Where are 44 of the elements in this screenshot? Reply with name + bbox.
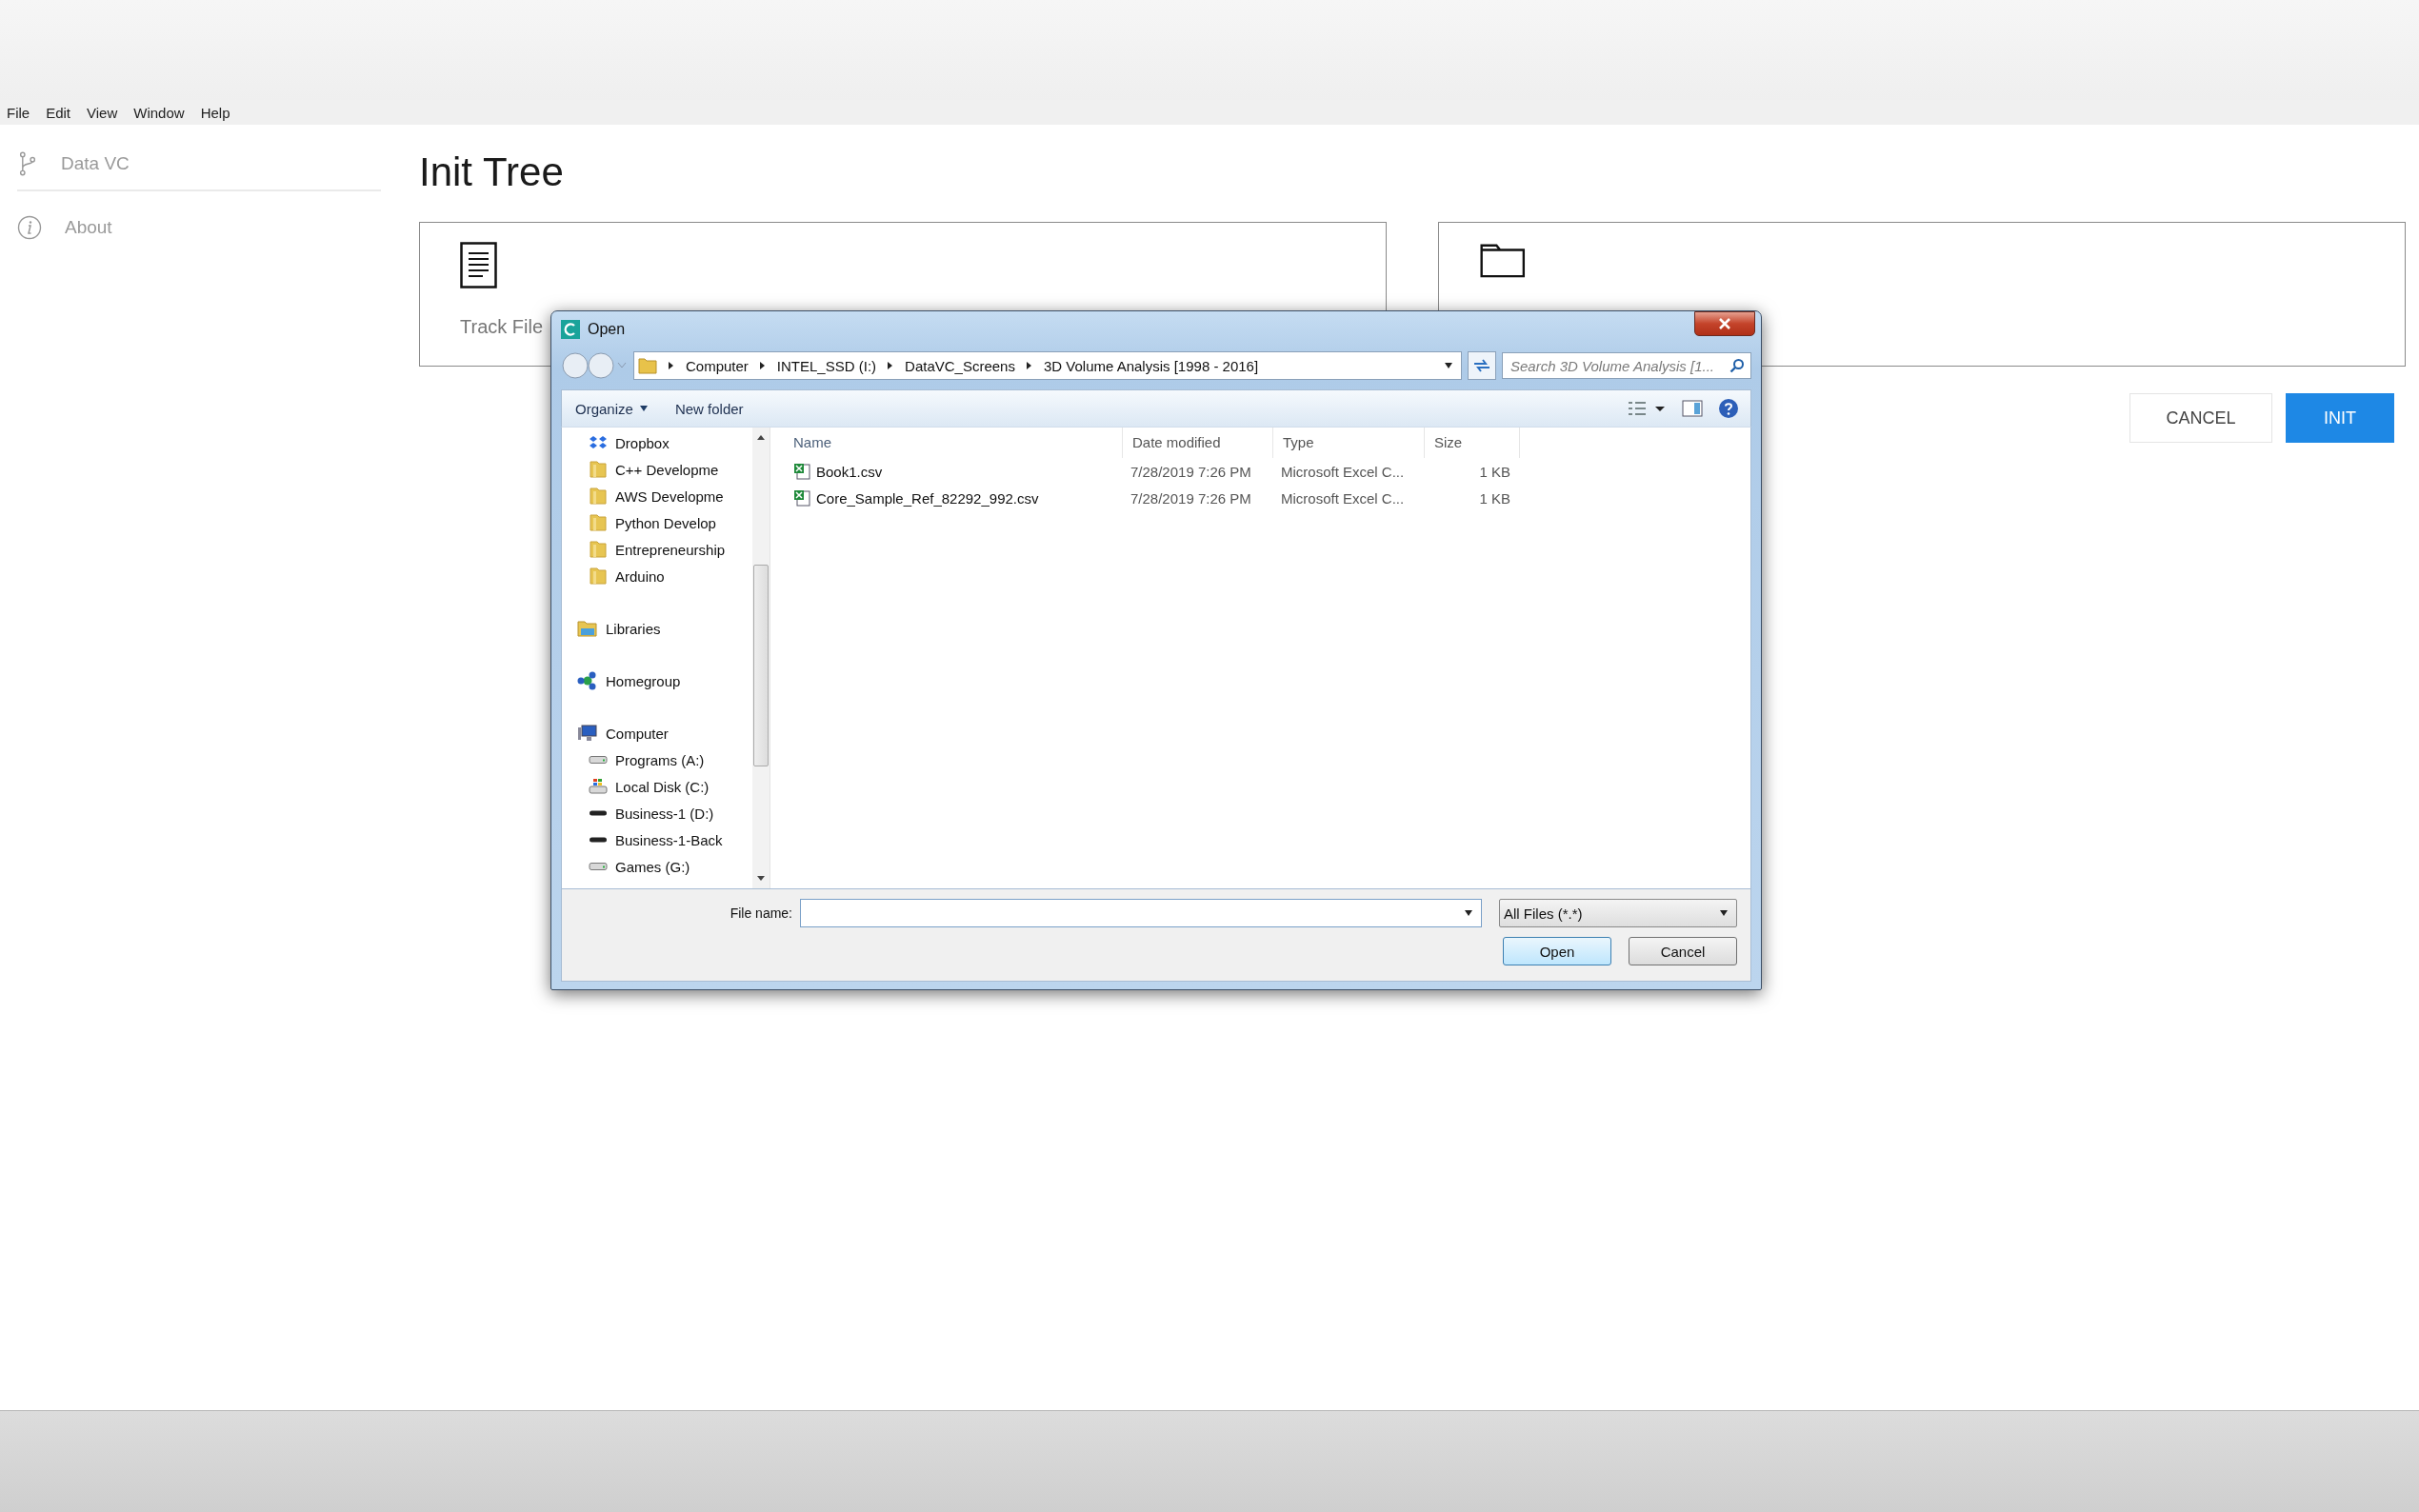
column-header[interactable]: Name — [784, 428, 1123, 458]
table-cell-text: Microsoft Excel C... — [1280, 489, 1406, 507]
nav-item[interactable]: Programs (A:) — [615, 751, 705, 768]
nav-item[interactable]: Computer — [606, 725, 669, 742]
nav-item[interactable]: Dropbox — [615, 434, 670, 451]
nav-item[interactable]: Business-1-Back — [615, 831, 723, 848]
menu-item[interactable]: File — [7, 104, 30, 121]
cancel-button[interactable]: CANCEL — [2129, 393, 2272, 443]
file-name[interactable]: Book1.csv — [816, 463, 883, 480]
nav-item[interactable]: Local Disk (C:) — [615, 778, 710, 795]
nav-item[interactable]: C++ Developme — [615, 461, 719, 478]
nav-item[interactable]: Libraries — [606, 620, 661, 637]
menu-item[interactable]: Help — [200, 104, 230, 121]
table-cell-text: 1 KB — [1478, 489, 1511, 507]
menu-item[interactable]: View — [87, 104, 118, 121]
new-folder-button[interactable]: New folder — [669, 396, 750, 421]
nav-item[interactable]: Games (G:) — [615, 858, 690, 875]
menu-item[interactable]: Edit — [46, 104, 71, 121]
nav-item[interactable]: AWS Developme — [615, 487, 724, 505]
field-label: File name: — [730, 905, 792, 921]
cancel-button[interactable]: Cancel — [1629, 937, 1737, 965]
table-cell-text: 7/28/2019 7:26 PM — [1130, 489, 1252, 507]
nav-item[interactable]: Business-1 (D:) — [615, 805, 714, 822]
dialog-title: Open — [588, 321, 626, 338]
file-name[interactable]: Core_Sample_Ref_82292_992.csv — [816, 489, 1039, 507]
column-header[interactable]: Date modified — [1123, 428, 1273, 458]
table-cell-text: 7/28/2019 7:26 PM — [1130, 463, 1252, 480]
init-button[interactable]: INIT — [2286, 393, 2394, 443]
open-button[interactable]: Open — [1503, 937, 1611, 965]
search-field[interactable]: Search 3D Volume Analysis [1... — [1502, 352, 1751, 379]
column-header[interactable]: Type — [1273, 428, 1425, 458]
table-cell-text: 1 KB — [1478, 463, 1511, 480]
address-bar[interactable]: Computer INTEL_SSD (I:) DataVC_Screens 3D Volume Analysis [1998 - 2016] — [633, 351, 1462, 380]
card-label: Track File — [460, 316, 544, 338]
organize-menu[interactable]: Organize — [570, 396, 654, 421]
menu-item[interactable]: Window — [133, 104, 185, 121]
nav-item[interactable]: Entrepreneurship — [615, 541, 726, 558]
nav-item[interactable]: Python Develop — [615, 514, 716, 531]
nav-item[interactable]: Arduino — [615, 567, 665, 585]
page-title: Init Tree — [419, 149, 565, 196]
nav-item[interactable]: Homegroup — [606, 672, 681, 689]
column-header[interactable]: Size — [1425, 428, 1520, 458]
file-type-dropdown[interactable]: All Files (*.*) — [1499, 899, 1737, 927]
table-cell-text: Microsoft Excel C... — [1280, 463, 1406, 480]
